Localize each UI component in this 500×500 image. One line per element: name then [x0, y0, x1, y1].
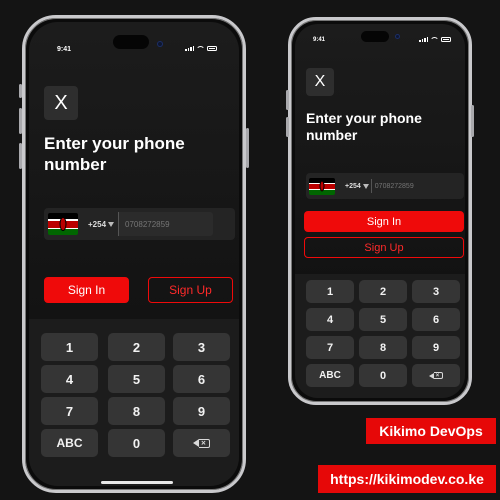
battery-icon: [207, 46, 217, 51]
camera-icon: [157, 41, 163, 47]
phone-input-row: +254: [44, 208, 235, 240]
close-button[interactable]: X: [306, 68, 334, 96]
key-3[interactable]: 3: [173, 333, 230, 361]
chevron-down-icon: [362, 183, 369, 189]
camera-icon: [395, 34, 400, 39]
website-link[interactable]: https://kikimodev.co.ke: [318, 465, 496, 493]
key-9[interactable]: 9: [412, 336, 460, 359]
battery-icon: [441, 37, 451, 42]
key-abc[interactable]: ABC: [41, 429, 98, 457]
close-button[interactable]: X: [44, 86, 78, 120]
numeric-keypad: 1 2 3 4 5 6 7 8 9 ABC 0: [29, 319, 239, 486]
key-abc[interactable]: ABC: [306, 364, 354, 387]
dynamic-island: [113, 35, 149, 49]
key-6[interactable]: 6: [173, 365, 230, 393]
signal-icon: [419, 37, 428, 42]
key-9[interactable]: 9: [173, 397, 230, 425]
power-button: [471, 105, 474, 137]
sign-up-button[interactable]: Sign Up: [148, 277, 233, 303]
key-8[interactable]: 8: [108, 397, 165, 425]
volume-up-button: [286, 90, 289, 110]
key-6[interactable]: 6: [412, 308, 460, 331]
brand-badge: Kikimo DevOps: [366, 418, 496, 444]
country-code-select[interactable]: +254: [345, 183, 369, 190]
volume-up-button: [19, 108, 22, 134]
power-button: [246, 128, 249, 168]
page-title: Enter your phone number: [306, 110, 422, 144]
wifi-icon: [197, 46, 204, 51]
chevron-down-icon: [108, 221, 115, 227]
phone-mockup-large: 9:41 X Enter your phone number +254 0708…: [19, 15, 249, 493]
key-0[interactable]: 0: [359, 364, 407, 387]
key-4[interactable]: 4: [306, 308, 354, 331]
wifi-icon: [431, 37, 438, 42]
close-icon: X: [54, 91, 68, 114]
close-icon: X: [314, 73, 326, 90]
phone-input-row: +254: [306, 173, 464, 199]
key-8[interactable]: 8: [359, 336, 407, 359]
volume-down-button: [19, 143, 22, 169]
sign-in-button[interactable]: Sign In: [304, 211, 464, 232]
mute-switch: [19, 84, 22, 98]
numeric-keypad: 1 2 3 4 5 6 7 8 9 ABC 0: [295, 274, 465, 398]
phone-mockup-small: 9:41 X Enter your phone number +254 0708…: [286, 17, 474, 405]
status-time: 9:41: [57, 46, 72, 53]
kenya-flag-icon: [48, 213, 78, 235]
key-5[interactable]: 5: [108, 365, 165, 393]
status-icons: [185, 46, 217, 51]
backspace-key[interactable]: [412, 364, 460, 387]
status-icons: [419, 37, 451, 42]
sign-in-button[interactable]: Sign In: [44, 277, 129, 303]
phone-number-input[interactable]: [370, 179, 431, 193]
key-4[interactable]: 4: [41, 365, 98, 393]
key-5[interactable]: 5: [359, 308, 407, 331]
key-2[interactable]: 2: [359, 280, 407, 303]
page-title: Enter your phone number: [44, 134, 185, 174]
home-indicator: [101, 481, 173, 484]
key-7[interactable]: 7: [306, 336, 354, 359]
screen: 9:41 X Enter your phone number +254 0708…: [29, 22, 239, 486]
backspace-icon: [433, 372, 443, 379]
key-0[interactable]: 0: [108, 429, 165, 457]
country-code-select[interactable]: +254: [88, 220, 115, 229]
kenya-flag-icon: [309, 177, 335, 195]
key-3[interactable]: 3: [412, 280, 460, 303]
status-time: 9:41: [313, 37, 326, 43]
dynamic-island: [361, 31, 389, 42]
key-7[interactable]: 7: [41, 397, 98, 425]
backspace-icon: [198, 438, 210, 448]
screen: 9:41 X Enter your phone number +254 0708…: [295, 24, 465, 398]
key-1[interactable]: 1: [41, 333, 98, 361]
phone-number-input[interactable]: [118, 212, 214, 236]
status-bar: 9:41: [29, 22, 239, 53]
key-1[interactable]: 1: [306, 280, 354, 303]
volume-down-button: [286, 117, 289, 137]
status-bar: 9:41: [295, 24, 465, 46]
key-2[interactable]: 2: [108, 333, 165, 361]
backspace-key[interactable]: [173, 429, 230, 457]
signal-icon: [185, 46, 194, 51]
sign-up-button[interactable]: Sign Up: [304, 237, 464, 258]
